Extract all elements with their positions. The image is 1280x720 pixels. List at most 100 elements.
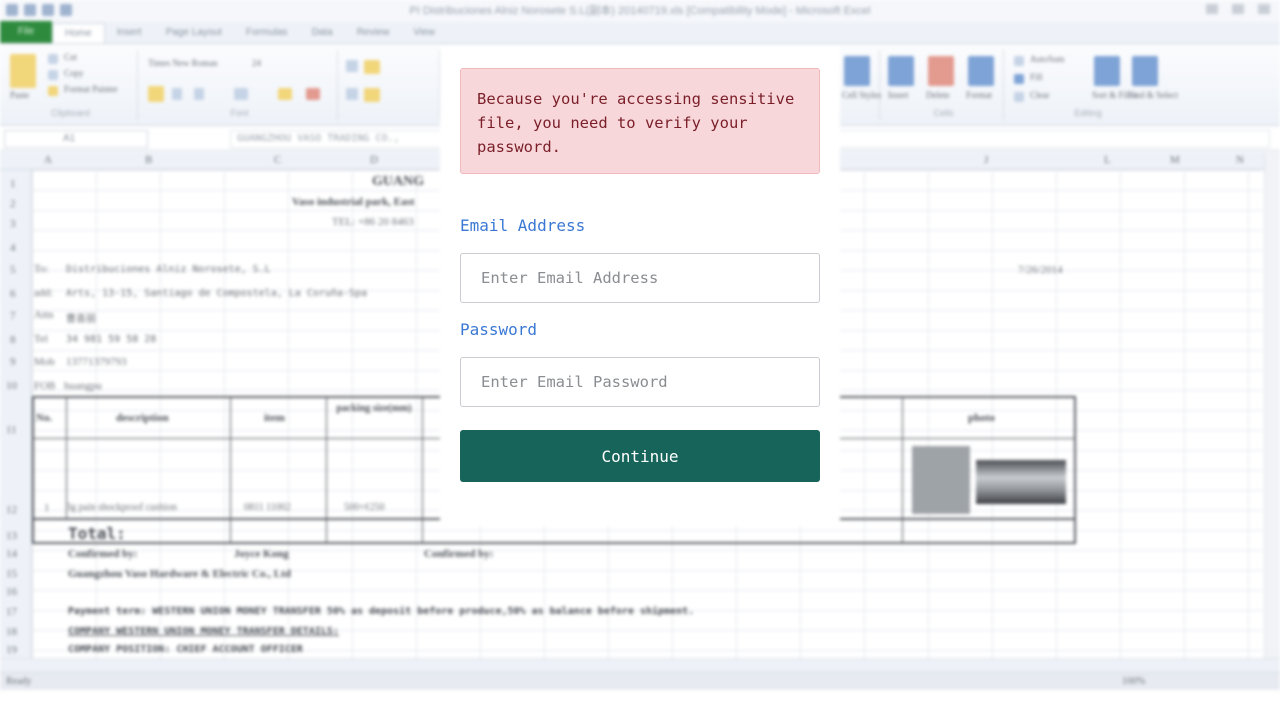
row-header[interactable]: 14: [6, 548, 17, 560]
row-header[interactable]: 3: [10, 218, 16, 230]
restore-icon[interactable]: [1232, 4, 1244, 14]
tab-formulas[interactable]: Formulas: [234, 23, 300, 43]
fill-color-icon[interactable]: [278, 88, 292, 100]
address-value: Arts, 13-15, Santiago de Compostela, La …: [66, 288, 368, 299]
column-header[interactable]: N: [1236, 154, 1244, 166]
cells-caption: Cells: [933, 108, 954, 118]
column-header[interactable]: B: [145, 154, 152, 166]
company-address: Vaso industrial park, East: [292, 196, 415, 208]
vertical-scrollbar[interactable]: [1264, 152, 1280, 660]
insert-cells-icon[interactable]: [888, 56, 914, 86]
font-name-select[interactable]: Times New Roman: [148, 58, 218, 68]
company-tel: TEL: +86 20 8463: [332, 216, 414, 228]
header-packing: packing size(mm): [336, 403, 412, 414]
row1-packing: 500×¢250: [344, 502, 385, 513]
align-left-icon[interactable]: [346, 88, 358, 100]
row-header[interactable]: 11: [6, 424, 17, 436]
align-middle-icon[interactable]: [364, 60, 380, 74]
continue-button[interactable]: Continue: [460, 430, 820, 482]
header-description: description: [116, 412, 169, 424]
tab-home[interactable]: Home: [52, 23, 105, 43]
italic-icon[interactable]: [172, 88, 182, 100]
column-header[interactable]: L: [1104, 154, 1111, 166]
cell-styles-icon[interactable]: [844, 56, 870, 86]
row-header[interactable]: 5: [10, 264, 16, 276]
font-color-icon[interactable]: [306, 88, 320, 100]
column-header[interactable]: D: [370, 154, 378, 166]
format-cells-label: Format: [966, 90, 992, 100]
close-icon[interactable]: [1258, 4, 1270, 14]
find-select-label: Find & Select: [1128, 90, 1178, 100]
row-header[interactable]: 7: [10, 310, 16, 322]
underline-icon[interactable]: [194, 88, 204, 100]
horizontal-scrollbar[interactable]: [0, 658, 1280, 672]
find-select-icon[interactable]: [1132, 56, 1158, 86]
name-box[interactable]: A1: [4, 130, 148, 148]
header-photo: photo: [968, 412, 995, 424]
row-header[interactable]: 1: [10, 178, 16, 190]
borders-icon[interactable]: [234, 88, 248, 100]
tab-file[interactable]: File: [0, 21, 52, 43]
cut-icon[interactable]: [48, 54, 58, 64]
table-divider: [902, 396, 903, 544]
minimize-icon[interactable]: [1206, 4, 1218, 14]
window-title: PI Distribuciones Alniz Norosete S.L(副本)…: [409, 5, 871, 17]
row-header[interactable]: 10: [6, 380, 17, 392]
column-header[interactable]: M: [1170, 154, 1180, 166]
row-header[interactable]: 15: [6, 568, 17, 580]
company-name: GUANG: [372, 174, 425, 189]
mob-value: 13771379793: [66, 356, 127, 368]
format-painter-icon[interactable]: [48, 86, 58, 96]
undo-icon[interactable]: [42, 4, 54, 16]
row-header[interactable]: 19: [6, 644, 17, 656]
header-item: item: [264, 412, 285, 424]
save-icon[interactable]: [24, 4, 36, 16]
tab-review[interactable]: Review: [345, 23, 402, 43]
format-cells-icon[interactable]: [968, 56, 994, 86]
align-top-icon[interactable]: [346, 60, 358, 72]
copy-label: Copy: [64, 68, 84, 78]
email-input[interactable]: [460, 253, 820, 303]
copy-icon[interactable]: [48, 70, 58, 80]
row1-item: 0811 11002: [244, 502, 291, 513]
sort-filter-icon[interactable]: [1094, 56, 1120, 86]
align-center-icon[interactable]: [364, 88, 380, 102]
row-header[interactable]: 8: [10, 334, 16, 346]
cell-styles-label: Cell Styles: [842, 90, 882, 100]
column-header[interactable]: C: [274, 154, 281, 166]
row1-no: 1: [44, 502, 50, 514]
redo-icon[interactable]: [60, 4, 72, 16]
status-ready: Ready: [6, 676, 32, 687]
zoom-level[interactable]: 100%: [1122, 676, 1145, 687]
tab-view[interactable]: View: [401, 23, 447, 43]
row-header[interactable]: 6: [10, 288, 16, 300]
tab-data[interactable]: Data: [300, 23, 345, 43]
row-header[interactable]: 13: [6, 530, 17, 542]
row-header[interactable]: 12: [6, 504, 17, 516]
delete-cells-icon[interactable]: [928, 56, 954, 86]
cut-label: Cut: [64, 52, 78, 62]
company-position: COMPANY POSITION: CHIEF ACCOUNT OFFICER: [68, 644, 303, 655]
tel-value: 34 981 59 58 28: [66, 334, 157, 345]
font-size-select[interactable]: 24: [252, 58, 261, 68]
row-header[interactable]: 2: [10, 198, 16, 210]
row-header[interactable]: 4: [10, 242, 16, 254]
row-header[interactable]: 18: [6, 626, 17, 638]
password-input[interactable]: [460, 357, 820, 407]
column-header[interactable]: J: [984, 154, 988, 166]
row-header[interactable]: 16: [6, 586, 17, 598]
column-header[interactable]: A: [44, 154, 52, 166]
bold-icon[interactable]: [148, 86, 164, 102]
attn-label: Attn: [34, 309, 54, 321]
total-label: Total:: [68, 524, 126, 543]
fill-icon[interactable]: [1014, 74, 1024, 84]
row-header[interactable]: 17: [6, 606, 17, 618]
paste-icon[interactable]: [10, 54, 36, 88]
row-header[interactable]: 9: [10, 356, 16, 368]
autosum-icon[interactable]: [1014, 56, 1024, 66]
tab-insert[interactable]: Insert: [105, 23, 154, 43]
clear-icon[interactable]: [1014, 92, 1024, 102]
table-divider: [422, 396, 423, 544]
product-photo: [976, 460, 1066, 504]
tab-page-layout[interactable]: Page Layout: [154, 23, 234, 43]
